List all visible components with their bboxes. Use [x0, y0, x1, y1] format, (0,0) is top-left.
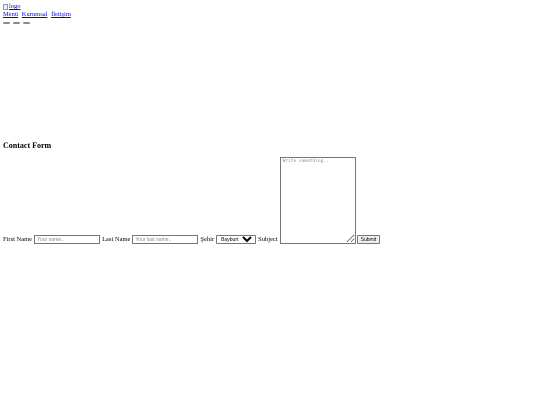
- main-nav: Menü Kurumsal İletişim: [3, 11, 73, 18]
- logo-link[interactable]: logo: [3, 3, 21, 10]
- submit-button[interactable]: Submit: [356, 235, 381, 244]
- carousel-dot-2[interactable]: [13, 22, 20, 24]
- logo-alt-text: logo: [9, 3, 21, 10]
- last-name-label: Last Name: [102, 236, 131, 243]
- last-name-input[interactable]: [132, 235, 199, 244]
- carousel-indicators: [3, 22, 30, 24]
- first-name-input[interactable]: [34, 235, 101, 244]
- page: logo Menü Kurumsal İletişim Contact Form…: [0, 0, 540, 405]
- nav-link-iletisim[interactable]: İletişim: [51, 11, 71, 18]
- nav-link-menu[interactable]: Menü: [3, 11, 18, 18]
- carousel-dot-1[interactable]: [3, 22, 10, 24]
- nav-link-kurumsal[interactable]: Kurumsal: [22, 11, 48, 18]
- first-name-label: First Name: [3, 236, 33, 243]
- contact-form: First Name Last Name Şehir Bayburt Subje…: [3, 157, 381, 244]
- carousel-dot-3[interactable]: [23, 22, 30, 24]
- broken-image-icon: [3, 3, 8, 10]
- city-select[interactable]: Bayburt: [216, 235, 257, 244]
- city-label: Şehir: [200, 236, 215, 243]
- subject-label: Subject: [258, 236, 278, 243]
- form-title: Contact Form: [3, 141, 52, 150]
- subject-textarea[interactable]: [279, 157, 356, 244]
